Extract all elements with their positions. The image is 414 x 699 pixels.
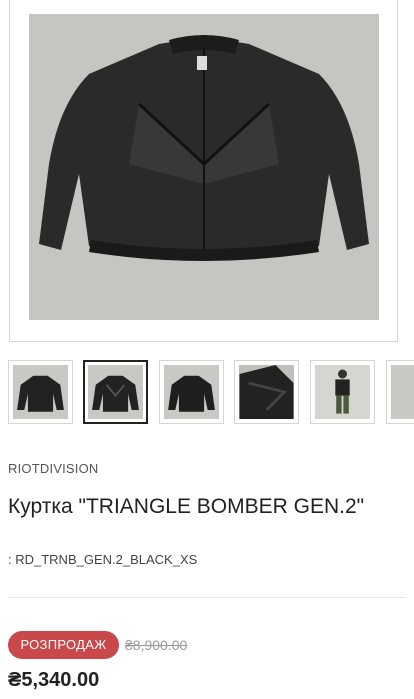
product-sku: : RD_TRNB_GEN.2_BLACK_XS [8,552,198,567]
divider [8,597,406,598]
product-title: Куртка "TRIANGLE BOMBER GEN.2" [8,495,365,518]
sale-badge: РОЗПРОДАЖ [8,631,119,659]
thumbnail-6[interactable] [386,360,414,424]
thumbnail-gallery [0,360,414,426]
main-image-frame [9,0,398,342]
thumbnail-jacket-mesh [92,375,139,412]
thumbnail-5[interactable] [310,360,375,424]
thumbnail-jacket-back [168,375,215,412]
new-price: ₴5,340.00 [8,669,100,691]
old-price: ₴8,900.00 [125,637,188,653]
main-product-image[interactable] [29,14,379,320]
product-brand[interactable]: RIOTDIVISION [8,461,99,476]
thumbnail-model [335,369,350,414]
jacket-image [39,35,369,261]
thumbnail-2[interactable] [83,360,148,424]
thumbnail-4[interactable] [234,360,299,424]
thumbnail-1[interactable] [8,360,73,424]
thumbnail-jacket-detail [239,365,294,419]
thumbnail-3[interactable] [159,360,224,424]
thumbnail-jacket-front [17,375,64,412]
